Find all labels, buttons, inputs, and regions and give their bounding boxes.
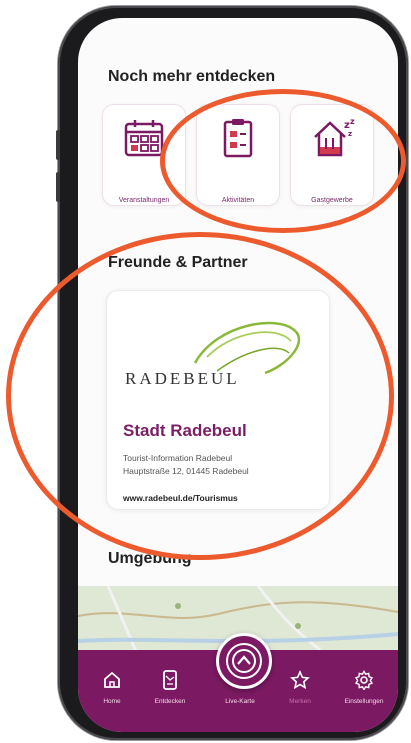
star-icon xyxy=(290,670,310,690)
home-icon xyxy=(104,671,120,688)
partner-card[interactable]: RADEBEUL Stadt Radebeul Tourist-Informat… xyxy=(106,290,330,510)
phone-map-icon xyxy=(163,670,177,690)
checklist-icon xyxy=(223,119,253,158)
tab-label: Live-Karte xyxy=(225,698,255,705)
live-map-button[interactable] xyxy=(216,633,272,689)
tab-label: Entdecken xyxy=(154,698,186,705)
tile-hospitality[interactable]: z z z Gastgewerbe xyxy=(290,104,374,206)
tab-home[interactable]: Home xyxy=(84,650,140,732)
svg-text:z: z xyxy=(348,130,352,138)
tile-label: Veranstaltungen xyxy=(118,197,170,204)
live-map-icon xyxy=(226,643,262,679)
tile-events[interactable]: Veranstaltungen xyxy=(102,104,186,206)
volume-button xyxy=(56,172,60,202)
app-screen: Noch mehr entdecken Veranstaltungen Akti… xyxy=(78,18,398,732)
tile-label: Gastgewerbe xyxy=(311,197,353,204)
partner-name: Stadt Radebeul xyxy=(123,421,247,440)
gear-icon xyxy=(354,670,374,690)
partner-website-link[interactable]: www.radebeul.de/Tourismus xyxy=(123,493,238,503)
volume-button xyxy=(56,130,60,160)
radebeul-logo-text: RADEBEUL xyxy=(125,369,240,388)
partner-address-line: Hauptstraße 12, 01445 Radebeul xyxy=(123,466,249,476)
svg-text:z: z xyxy=(350,117,355,126)
calendar-icon xyxy=(124,120,164,157)
tab-settings[interactable]: Einstellungen xyxy=(336,650,392,732)
partner-address-line: Tourist-Information Radebeul xyxy=(123,453,233,463)
section-title-partners: Freunde & Partner xyxy=(108,254,248,271)
section-title-surroundings: Umgebung xyxy=(108,550,192,567)
tile-activities[interactable]: Aktivitäten xyxy=(196,104,280,206)
tab-label: Merken xyxy=(289,698,311,705)
tab-saved[interactable]: Merken xyxy=(272,650,328,732)
tile-label: Aktivitäten xyxy=(221,197,255,204)
tab-discover[interactable]: Entdecken xyxy=(142,650,198,732)
tab-label: Einstellungen xyxy=(344,698,384,705)
tab-label: Home xyxy=(103,698,121,705)
section-title-more: Noch mehr entdecken xyxy=(108,68,276,85)
house-sleep-icon: z z z xyxy=(314,117,355,157)
